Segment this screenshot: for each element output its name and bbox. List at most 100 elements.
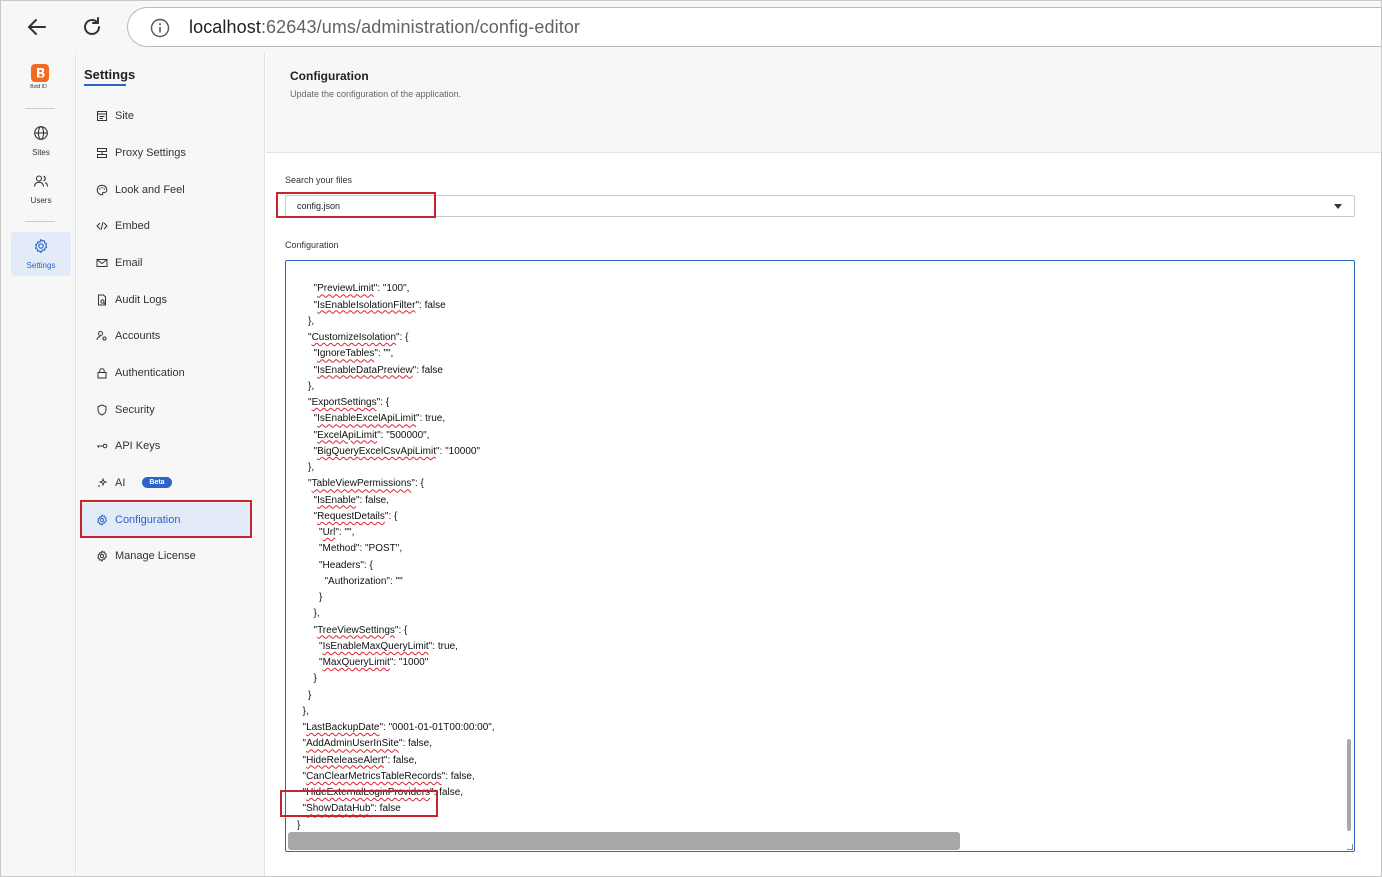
- vertical-scrollbar[interactable]: [1347, 739, 1351, 831]
- code-value: : false,: [433, 787, 464, 798]
- code-line: },: [308, 379, 314, 395]
- palette-icon: [96, 184, 108, 195]
- url-path: :62643/ums/administration/config-editor: [260, 17, 581, 37]
- rail-divider: [25, 108, 55, 109]
- code-line: },: [308, 314, 314, 330]
- code-key: TreeViewSettings: [317, 624, 395, 636]
- lock-icon: [97, 367, 107, 378]
- sidebar-item-look-and-feel[interactable]: Look and Feel: [81, 173, 251, 206]
- code-text: },: [302, 705, 309, 717]
- code-key: MaxQueryLimit: [322, 657, 390, 668]
- code-key: IsEnableDataPreview: [317, 364, 413, 376]
- code-line: "IsEnableIsolationFilter": false: [313, 299, 446, 311]
- code-line: "IsEnableExcelApiLimit": true,: [313, 413, 446, 425]
- mail-icon: [96, 258, 108, 267]
- settings-sidebar: Settings Site Proxy Settings Look and Fe…: [77, 53, 265, 876]
- code-key: HideExternalLoginProviders: [306, 787, 431, 798]
- sidebar-item-security[interactable]: Security: [81, 393, 251, 426]
- code-value: : "1000": [393, 657, 429, 668]
- code-line: "HideReleaseAlert": false,: [302, 754, 417, 766]
- code-value: : {: [399, 332, 409, 343]
- address-bar[interactable]: localhost:62643/ums/administration/confi…: [127, 7, 1381, 47]
- back-button[interactable]: [21, 11, 53, 43]
- code-text: },: [308, 462, 315, 473]
- sidebar-item-manage-license[interactable]: Manage License: [81, 539, 251, 572]
- code-key: TableViewPermissions: [311, 478, 412, 490]
- sidebar-item-label: Audit Logs: [115, 293, 167, 306]
- sidebar-item-email[interactable]: Email: [81, 246, 251, 279]
- sidebar-item-proxy-settings[interactable]: Proxy Settings: [81, 136, 251, 169]
- browser-toolbar: localhost:62643/ums/administration/confi…: [1, 1, 1381, 53]
- code-value: : "0001-01-01T00:00:00",: [383, 722, 495, 733]
- code-line: "AddAdminUserInSite": false,: [302, 738, 432, 750]
- code-line: }: [314, 671, 317, 687]
- code-text: },: [308, 380, 315, 392]
- code-key: LastBackupDate: [306, 722, 380, 733]
- code-key: IsEnableMaxQueryLimit: [322, 640, 429, 652]
- sidebar-item-authentication[interactable]: Authentication: [81, 356, 251, 389]
- code-text: "Authorization": "": [324, 575, 403, 587]
- code-key: AddAdminUserInSite: [306, 738, 399, 750]
- sidebar-item-audit-logs[interactable]: Audit Logs: [81, 283, 251, 316]
- sidebar-item-label: Proxy Settings: [115, 146, 186, 159]
- code-line: "BigQueryExcelCsvApiLimit": "10000": [313, 445, 481, 457]
- code-line: "Headers": {: [319, 558, 373, 574]
- reload-button[interactable]: [76, 11, 108, 43]
- app-window: localhost:62643/ums/administration/confi…: [0, 0, 1382, 877]
- rail-item-users[interactable]: Users: [11, 167, 71, 211]
- gear-icon: [34, 238, 48, 254]
- info-icon[interactable]: [150, 18, 170, 38]
- code-key: IgnoreTables: [317, 348, 375, 360]
- sidebar-item-embed[interactable]: Embed: [81, 209, 251, 242]
- code-value: : true,: [432, 640, 458, 652]
- page-title: Configuration: [290, 69, 369, 83]
- sidebar-item-label: Email: [115, 256, 143, 269]
- beta-badge: Beta: [142, 477, 172, 488]
- rail-label: Users: [30, 196, 52, 205]
- sidebar-item-api-keys[interactable]: API Keys: [81, 429, 251, 462]
- code-line: "IsEnable": false,: [313, 494, 390, 506]
- sidebar-item-accounts[interactable]: Accounts: [81, 319, 251, 352]
- rail-label: Settings: [26, 261, 56, 270]
- code-text: "Headers": {: [319, 559, 373, 571]
- code-value: : {: [414, 478, 424, 490]
- page-subtitle: Update the configuration of the applicat…: [290, 89, 462, 99]
- resize-handle[interactable]: [1347, 844, 1353, 850]
- search-files-label: Search your files: [285, 175, 353, 185]
- gear-icon: [97, 514, 107, 525]
- code-line: "IgnoreTables": "",: [313, 348, 394, 360]
- audit-log-icon: [98, 294, 106, 305]
- code-line: "Url": "",: [319, 527, 355, 538]
- bold-id-logo-icon[interactable]: [30, 63, 50, 83]
- horizontal-scrollbar[interactable]: [288, 832, 960, 850]
- sidebar-item-site[interactable]: Site: [81, 99, 251, 132]
- code-line: "ExcelApiLimit": "500000",: [313, 429, 430, 441]
- file-select-dropdown[interactable]: config.json: [285, 195, 1355, 217]
- code-line: "TreeViewSettings": {: [313, 624, 408, 636]
- code-value: : false,: [402, 738, 432, 750]
- code-line: }: [319, 590, 322, 606]
- code-line: "IsEnableMaxQueryLimit": true,: [319, 640, 458, 652]
- code-line: "Method": "POST",: [319, 541, 402, 557]
- code-key: IsEnableIsolationFilter: [317, 299, 416, 311]
- code-key: CanClearMetricsTableRecords: [306, 770, 442, 782]
- sidebar-item-ai[interactable]: AI Beta: [81, 466, 251, 499]
- sidebar-title: Settings: [84, 67, 136, 82]
- code-text: }: [319, 592, 323, 603]
- rail-item-settings[interactable]: Settings: [11, 232, 71, 276]
- config-editor-textarea[interactable]: "PreviewLimit": "100", "IsEnableIsolation…: [285, 260, 1355, 852]
- code-value: : true,: [419, 413, 446, 425]
- sidebar-title-underline: [84, 84, 126, 86]
- page-header: Configuration Update the configuration o…: [266, 53, 1381, 153]
- code-line: "IsEnableDataPreview": false: [313, 364, 443, 376]
- code-line: "ExportSettings": {: [308, 397, 390, 408]
- sidebar-item-configuration[interactable]: Configuration: [81, 503, 251, 536]
- code-line: "TableViewPermissions": {: [308, 478, 424, 490]
- rail-divider: [25, 221, 55, 222]
- accounts-icon: [96, 330, 107, 340]
- rail-item-sites[interactable]: Sites: [11, 119, 71, 163]
- code-value: : {: [388, 510, 398, 522]
- code-key: IsEnable: [317, 494, 356, 506]
- code-text: }: [308, 689, 312, 701]
- url-text: localhost:62643/ums/administration/confi…: [189, 17, 580, 38]
